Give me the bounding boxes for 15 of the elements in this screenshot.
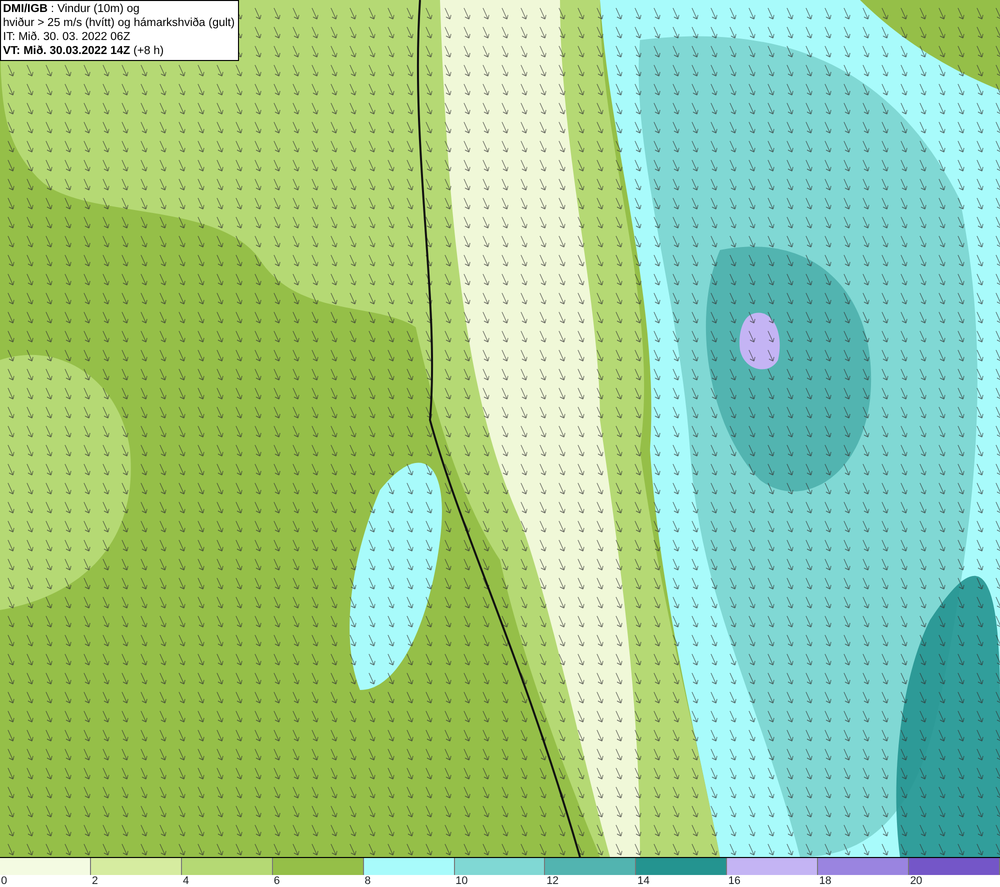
caption-line: DMI/IGB : Vindur (10m) og <box>3 2 141 16</box>
legend-label: 2 <box>92 875 98 887</box>
legend-label: 6 <box>274 875 280 887</box>
legend-label: 18 <box>819 875 832 887</box>
caption-line: hviður > 25 m/s (hvítt) og hámarkshviða (gult) <box>3 16 235 30</box>
legend-label: 12 <box>546 875 559 887</box>
legend-label: 0 <box>1 875 8 887</box>
legend-label: 8 <box>364 875 371 887</box>
caption-line: IT: Mið. 30. 03. 2022 06Z <box>3 30 132 44</box>
legend-label: 10 <box>456 875 468 887</box>
caption-line: VT: Mið. 30.03.2022 14Z (+8 h) <box>3 44 165 58</box>
legend-label: 16 <box>728 875 740 887</box>
legend-label: 20 <box>910 875 922 887</box>
legend-label: 4 <box>182 875 189 887</box>
legend-label: 14 <box>637 875 650 887</box>
